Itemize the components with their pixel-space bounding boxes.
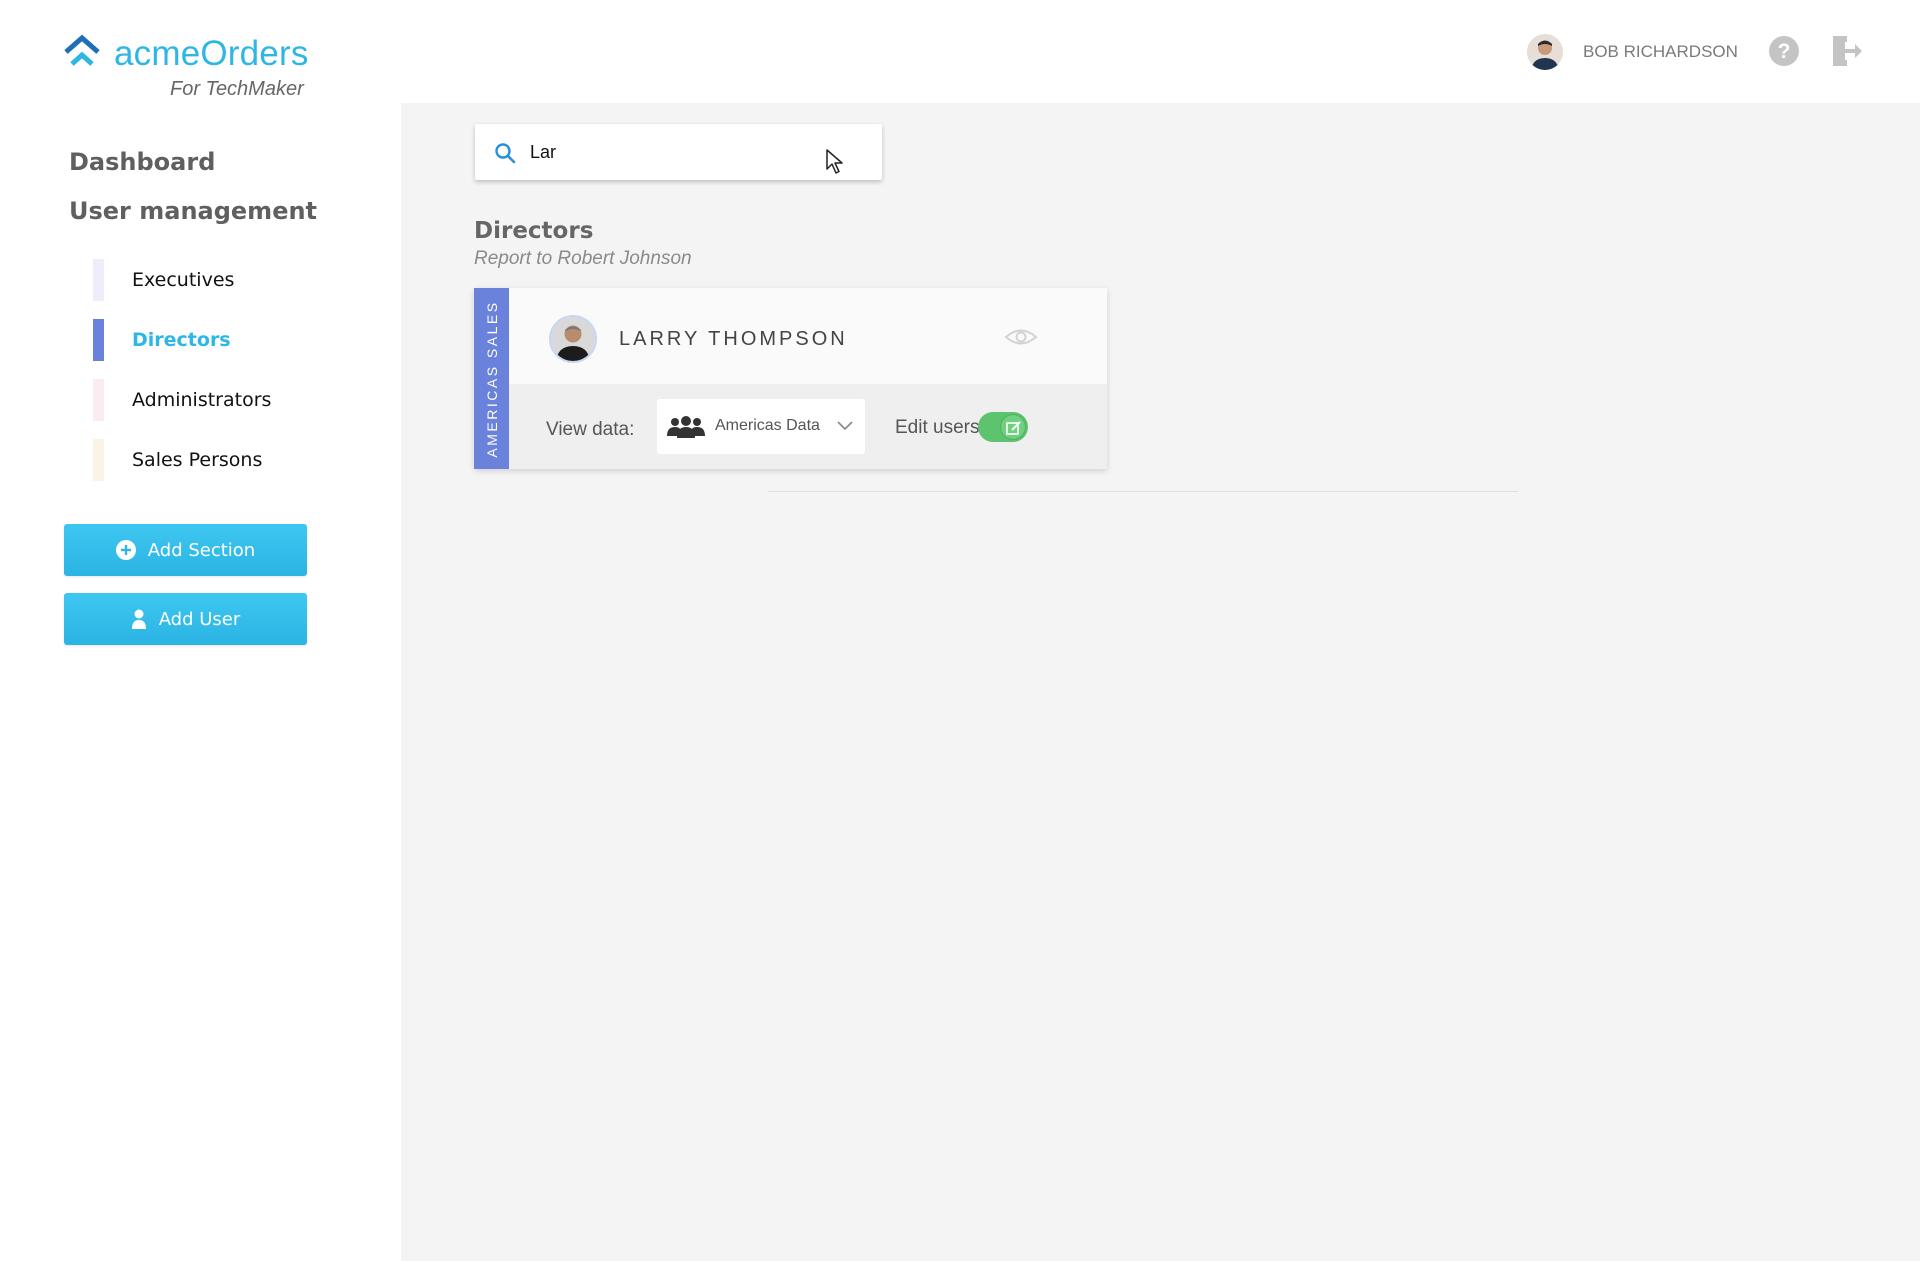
sidebar-item-executives[interactable]: Executives bbox=[93, 259, 353, 301]
eye-icon[interactable] bbox=[1004, 326, 1038, 348]
logout-door-icon[interactable] bbox=[1831, 34, 1863, 68]
search-box[interactable] bbox=[475, 124, 882, 180]
card-group-tag: AMERICAS SALES bbox=[474, 288, 509, 469]
nav-user-management[interactable]: User management bbox=[69, 197, 317, 225]
sidebar: acmeOrders For TechMaker Dashboard User … bbox=[0, 0, 401, 1261]
sidebar-item-sales-persons[interactable]: Sales Persons bbox=[93, 439, 353, 481]
add-section-button[interactable]: Add Section bbox=[64, 524, 307, 576]
add-user-button[interactable]: Add User bbox=[64, 593, 307, 645]
current-user-name[interactable]: BOB RICHARDSON bbox=[1583, 42, 1738, 62]
group-icon bbox=[667, 416, 705, 438]
view-data-select[interactable]: Americas Data bbox=[657, 399, 865, 454]
card-group-label: AMERICAS SALES bbox=[483, 299, 500, 458]
person-avatar-image bbox=[551, 317, 595, 361]
plus-circle-icon bbox=[115, 540, 136, 560]
user-icon bbox=[131, 609, 147, 629]
search-icon bbox=[495, 143, 516, 164]
section-title: Directors bbox=[474, 218, 594, 244]
sidebar-item-label: Executives bbox=[132, 269, 235, 291]
section-subtitle: Report to Robert Johnson bbox=[474, 248, 692, 269]
person-name[interactable]: LARRY THOMPSON bbox=[619, 328, 848, 351]
toggle-knob bbox=[1000, 414, 1026, 440]
svg-text:?: ? bbox=[1778, 40, 1791, 63]
add-user-label: Add User bbox=[158, 608, 241, 630]
directors-color-bar bbox=[93, 319, 104, 361]
brand-tagline: For TechMaker bbox=[170, 78, 304, 100]
question-circle-icon[interactable]: ? bbox=[1768, 35, 1800, 67]
view-data-value: Americas Data bbox=[715, 417, 820, 434]
divider bbox=[768, 491, 1518, 492]
edit-icon bbox=[1006, 421, 1021, 435]
chevron-down-icon bbox=[837, 421, 853, 431]
view-data-label: View data: bbox=[546, 419, 635, 440]
avatar[interactable] bbox=[1527, 34, 1563, 70]
avatar[interactable] bbox=[549, 315, 597, 363]
card-header: LARRY THOMPSON bbox=[509, 288, 1107, 384]
brand-name: acmeOrders bbox=[114, 34, 309, 73]
nav-dashboard[interactable]: Dashboard bbox=[69, 148, 215, 176]
sales-persons-color-bar bbox=[93, 439, 104, 481]
edit-users-label: Edit users: bbox=[895, 417, 985, 438]
main-content bbox=[401, 103, 1920, 1261]
executives-color-bar bbox=[93, 259, 104, 301]
edit-users-toggle[interactable] bbox=[978, 412, 1028, 442]
add-section-label: Add Section bbox=[147, 539, 256, 561]
sidebar-item-directors[interactable]: Directors bbox=[93, 319, 353, 361]
user-avatar-image bbox=[1527, 34, 1563, 70]
sidebar-item-label: Administrators bbox=[132, 389, 272, 411]
mouse-cursor-icon bbox=[826, 149, 843, 174]
double-chevron-up-icon bbox=[64, 34, 100, 66]
sidebar-item-label: Directors bbox=[132, 329, 231, 351]
administrators-color-bar bbox=[93, 379, 104, 421]
brand-logo[interactable]: acmeOrders For TechMaker bbox=[62, 32, 322, 104]
sidebar-item-administrators[interactable]: Administrators bbox=[93, 379, 353, 421]
sidebar-item-label: Sales Persons bbox=[132, 449, 263, 471]
search-input[interactable] bbox=[530, 136, 830, 168]
